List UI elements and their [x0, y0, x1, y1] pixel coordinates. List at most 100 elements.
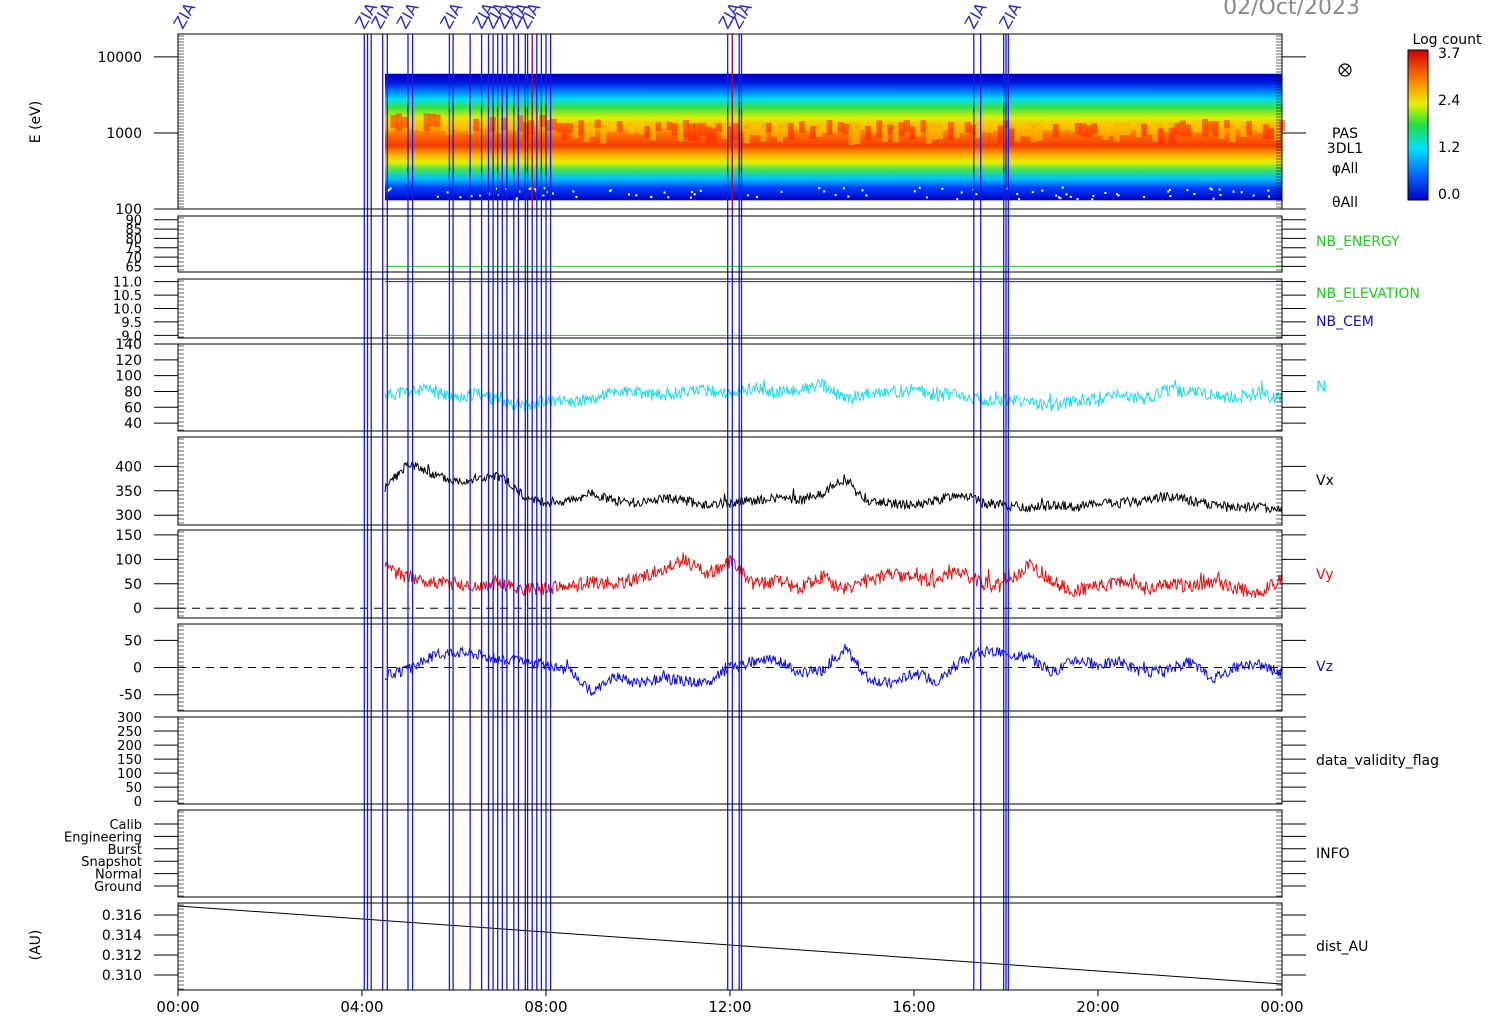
x-tick-label: 16:00 [892, 998, 935, 1016]
spectrogram-streak [429, 113, 436, 127]
spectrogram-dropout [1061, 186, 1064, 189]
panel-frame [177, 343, 1283, 432]
panel-frame [177, 278, 1283, 339]
spectrogram-streak [705, 126, 712, 144]
spectrogram-streak [528, 120, 535, 135]
spectrogram-streak [622, 120, 629, 130]
spectrogram-streak [837, 122, 844, 133]
spectrogram-streak [1163, 121, 1170, 133]
y-tick-label: 150 [117, 753, 142, 768]
spectrogram-streak [600, 127, 607, 144]
spectrogram-streak [1052, 124, 1059, 138]
spectrogram-streak [1141, 123, 1148, 137]
spectrogram-streak [1262, 124, 1269, 140]
panel-frame [177, 215, 1283, 273]
x-tick-label: 12:00 [708, 998, 751, 1016]
spectrogram-dropout [1168, 188, 1171, 191]
series-label: Vy [1316, 567, 1334, 583]
spectrogram-streak [1080, 123, 1087, 137]
y-tick-label: -50 [119, 688, 142, 704]
spectrogram-side-label: PAS [1332, 126, 1358, 142]
spectrogram-streak [556, 123, 563, 133]
y-axis-title: E (eV) [28, 101, 44, 143]
spectrogram-streak [561, 123, 568, 141]
spectrogram-streak [655, 122, 662, 132]
y-tick-label: 0 [134, 795, 142, 810]
colorbar: Log count3.72.41.20.0 [1407, 32, 1482, 203]
spectrogram-dropout [690, 196, 693, 199]
series-label: Vx [1316, 473, 1334, 489]
spectrogram-dropout [975, 193, 978, 196]
spectrogram-streak [401, 116, 408, 128]
y-tick-label: 10000 [97, 50, 142, 66]
spectrogram-streak [749, 125, 756, 136]
spectrogram-streak [1069, 119, 1076, 132]
spectrogram-streak [1168, 127, 1175, 143]
spectrogram-streak [1174, 122, 1181, 135]
spectrogram-streak [760, 128, 767, 142]
spectrogram-layer [385, 73, 1286, 201]
spectrogram-dropout [925, 196, 928, 199]
colorbar-gradient [1407, 49, 1429, 201]
spectrogram-dropout [543, 187, 546, 190]
spectrogram-streak [677, 127, 684, 142]
y-tick-label: 400 [115, 459, 142, 475]
spectrogram-dropout [1055, 194, 1058, 197]
spectrogram-streak [1157, 128, 1164, 145]
spectrogram-streak [937, 127, 944, 140]
spectrogram-streak [1229, 127, 1236, 142]
colorbar-tick-label: 1.2 [1438, 140, 1460, 156]
x-tick-label: 20:00 [1076, 998, 1119, 1016]
panel-frame [177, 529, 1283, 619]
spectrogram-streak [964, 121, 971, 133]
y-tick-label: 50 [125, 781, 142, 796]
spectrogram-streak [815, 127, 822, 137]
spectrogram-streak [1179, 120, 1186, 137]
spectrogram-dropout [635, 194, 638, 197]
spectrogram-dropout [446, 191, 449, 194]
spectrogram-streak [578, 120, 585, 136]
spectrogram-side-label: 3DL1 [1327, 141, 1363, 157]
spectrogram-streak [390, 115, 397, 128]
spectrogram-dropout [609, 189, 612, 192]
spectrogram-streak [467, 121, 474, 135]
spectrogram-dropout [941, 187, 944, 190]
spectrogram-streak [616, 121, 623, 133]
spectrogram-streak [1196, 119, 1203, 133]
panel-frame [177, 902, 1283, 991]
spectrogram-streak [445, 122, 452, 136]
y-tick-label: 0 [133, 601, 142, 617]
spectrogram-dropout [1169, 195, 1172, 198]
spectrogram-streak [694, 123, 701, 142]
y-tick-label: Ground [94, 880, 142, 895]
series-line [384, 552, 1283, 599]
spectrogram-streak [887, 124, 894, 134]
spectrogram-streak [649, 125, 656, 141]
y-tick-label: 150 [115, 528, 142, 544]
spectrogram-streak [1014, 124, 1021, 142]
series-line [384, 644, 1283, 696]
spectrogram-streak [1201, 118, 1208, 137]
spectrogram-dropout [1186, 189, 1189, 192]
y-tick-label: 40 [124, 416, 142, 432]
y-tick-label: 80 [124, 384, 142, 400]
spectrogram-streak [1025, 125, 1032, 137]
spectrogram-dropout [861, 189, 864, 192]
spectrogram-dropout [627, 193, 630, 196]
spectrogram-streak [440, 119, 447, 131]
spectrogram-dropout [667, 196, 670, 199]
y-tick-label: 100 [115, 552, 142, 568]
colorbar-tick-label: 2.4 [1438, 93, 1460, 109]
spectrogram-streak [799, 121, 806, 134]
spectrogram-streak [385, 117, 392, 132]
panel-frame [177, 436, 1283, 526]
spectrogram-streak [672, 123, 679, 135]
spectrogram-streak [931, 127, 938, 140]
spectrogram-streak [776, 127, 783, 142]
panel-frame [177, 716, 1283, 805]
spectrogram-streak [826, 120, 833, 136]
spectrogram-streak [511, 115, 518, 131]
spectrogram-streak [589, 127, 596, 137]
y-tick-label: 200 [117, 739, 142, 754]
spectrogram-streak [1130, 121, 1137, 130]
